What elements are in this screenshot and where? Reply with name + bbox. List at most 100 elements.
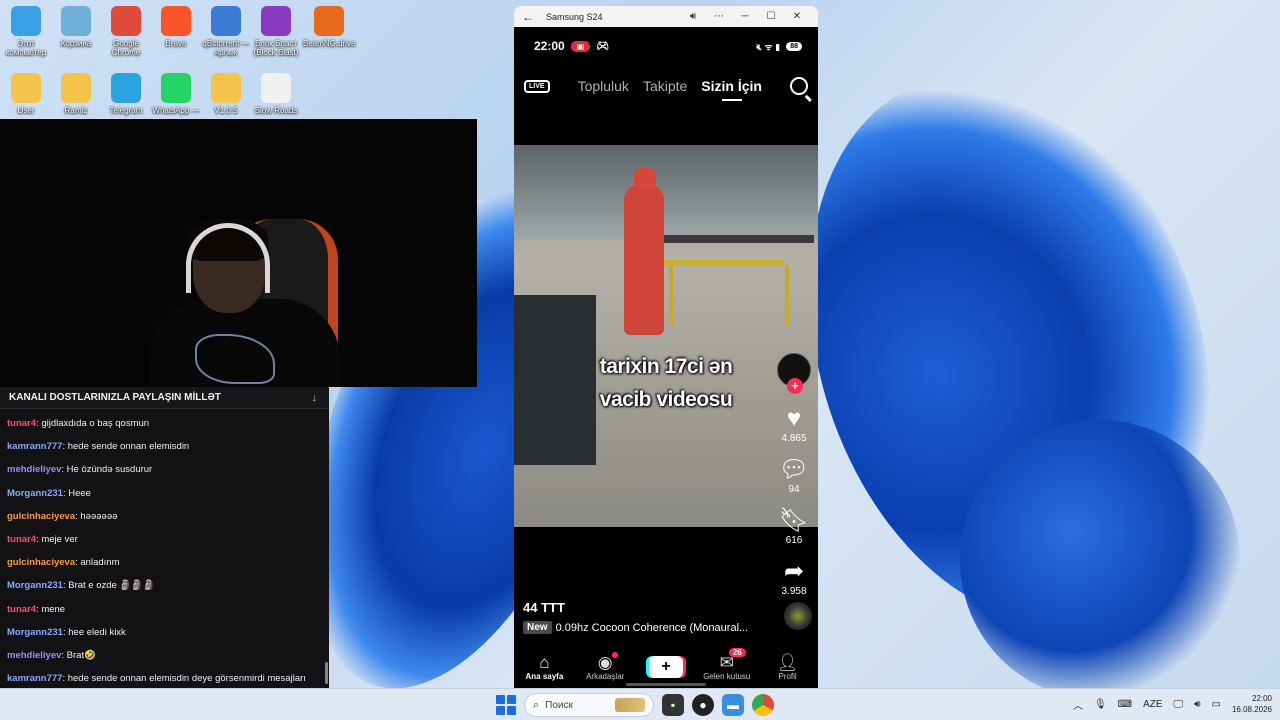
chat-scrollbar[interactable] <box>325 662 328 684</box>
chat-username[interactable]: mehdieliyev <box>7 650 61 661</box>
chat-list[interactable]: tunar4: gijdlaxdıda o baş qosmun kamrann7… <box>0 409 329 689</box>
feed-tab[interactable]: Takipte <box>643 78 687 94</box>
chevron-up-icon[interactable]: ︿ <box>1073 697 1083 712</box>
chat-username[interactable]: tunar4 <box>7 418 36 429</box>
network-icon[interactable]: 🖵︎ <box>1174 699 1184 710</box>
desktop-icon[interactable]: Slow Roads <box>250 73 302 115</box>
nav-home[interactable]: ⌂ Ana sayfa <box>516 653 572 681</box>
feed-tab[interactable]: Sizin İçin <box>701 78 762 94</box>
battery-icon[interactable]: ▭ <box>1212 699 1221 710</box>
close-icon[interactable]: ✕ <box>784 11 810 22</box>
desktop-icon[interactable]: WhatsApp — <box>150 73 202 115</box>
video-player[interactable]: tarixin 17ci ən vacib videosu <box>514 145 818 527</box>
creator-avatar[interactable]: + <box>777 353 811 394</box>
inbox-icon: ✉ <box>719 652 734 672</box>
follow-plus-icon[interactable]: + <box>787 378 803 394</box>
search-icon[interactable] <box>790 77 808 95</box>
chat-username[interactable]: Morgann231 <box>7 488 63 499</box>
maximize-icon[interactable]: ☐ <box>758 11 784 22</box>
desktop-icon[interactable]: Блок Бласт (Block Blast) <box>250 6 302 57</box>
chat-text: : Heee <box>62 487 91 499</box>
chat-text: : meje ver <box>36 533 78 545</box>
monitor-icon <box>11 6 41 36</box>
volume-icon[interactable]: 🔊︎ <box>680 11 706 22</box>
chat-message: tunar4: mene <box>0 600 329 620</box>
chrome-icon[interactable] <box>752 694 774 716</box>
chat-username[interactable]: tunar4 <box>7 604 36 615</box>
volume-icon[interactable]: 🔊︎ <box>1194 699 1200 710</box>
status-time: 22:00 <box>534 39 565 53</box>
feed-tab[interactable]: Topluluk <box>578 78 629 94</box>
taskbar-search[interactable]: ⌕ Поиск <box>524 693 654 717</box>
comment-icon[interactable]: 💬︎ <box>774 458 814 482</box>
task-view-icon[interactable]: ▪ <box>662 694 684 716</box>
phone-mirror-window[interactable]: ← Samsung S24 🔊︎ ⋯ ─ ☐ ✕ 22:00 ▣ 🎮︎ 🔇︎ ᯤ… <box>514 6 818 688</box>
tiktok-top-nav: LIVE Topluluk Takipte Sizin İçin <box>514 65 818 107</box>
desktop-icon[interactable]: Telegram <box>100 73 152 115</box>
whatsapp-icon <box>161 73 191 103</box>
obs-icon[interactable]: ● <box>692 694 714 716</box>
arrow-down-icon[interactable]: ↓ <box>312 392 318 404</box>
nav-profile[interactable]: 👤︎ Profil <box>760 653 816 681</box>
inbox-badge: 26 <box>728 647 746 657</box>
chat-text: : Brat e ozde 🗿🗿🗿 <box>62 580 155 592</box>
phone-link-icon[interactable]: ▬ <box>722 694 744 716</box>
back-arrow-icon[interactable]: ← <box>522 10 534 24</box>
desktop-icon[interactable]: Корзина <box>50 6 102 48</box>
share-arrow-icon[interactable]: ➦ <box>774 560 814 584</box>
chat-username[interactable]: kamrann777 <box>7 441 62 452</box>
keyboard-icon[interactable]: ⌨ <box>1118 699 1132 710</box>
save-action[interactable]: 🔖︎ 616 <box>774 509 814 547</box>
minimize-icon[interactable]: ─ <box>732 11 758 22</box>
video-sound[interactable]: New 0.09hz Cocoon Coherence (Monaural... <box>523 621 748 634</box>
taskbar: ⌕ Поиск ▪ ● ▬ ︿ 🎙︎ ⌨ AZE 🖵︎ 🔊︎ ▭ 22:00 1… <box>0 688 1280 720</box>
language-indicator[interactable]: AZE <box>1143 699 1162 710</box>
bookmark-icon[interactable]: 🔖︎ <box>774 509 814 533</box>
video-author[interactable]: 44 TTT <box>523 600 748 615</box>
nav-create[interactable]: + <box>638 656 694 678</box>
music-disc-icon[interactable] <box>784 602 812 630</box>
chat-username[interactable]: tunar4 <box>7 534 36 545</box>
chat-text: : hee eledi kixk <box>62 626 126 638</box>
desktop-icon[interactable]: V1.0.5 <box>200 73 252 115</box>
more-icon[interactable]: ⋯ <box>706 11 732 22</box>
desktop-icon[interactable]: BeamNG.drive <box>303 6 355 48</box>
chat-username[interactable]: gulcinhaciyeva <box>7 511 75 522</box>
wallpaper-bloom <box>960 420 1240 700</box>
video-pipe <box>664 235 814 243</box>
video-caption-line1: tarixin 17ci ən <box>599 355 733 378</box>
chat-username[interactable]: Morgann231 <box>7 627 63 638</box>
desktop-icon-label: Ramiz <box>64 106 88 115</box>
desktop-icon[interactable]: qBittorrent — ярлык <box>200 6 252 57</box>
window-title-bar[interactable]: ← Samsung S24 🔊︎ ⋯ ─ ☐ ✕ <box>514 6 818 27</box>
chat-username[interactable]: mehdieliyev <box>7 464 61 475</box>
live-button[interactable]: LIVE <box>524 79 550 93</box>
desktop-icon-label: Этот компьютер <box>5 39 47 57</box>
like-action[interactable]: ♥ 4.865 <box>774 407 814 445</box>
comment-action[interactable]: 💬︎ 94 <box>774 458 814 496</box>
share-action[interactable]: ➦ 3.958 <box>774 560 814 598</box>
sound-title[interactable]: 0.09hz Cocoon Coherence (Monaural... <box>556 622 749 634</box>
nav-friends[interactable]: ◉ Arkadaşlar <box>577 651 633 681</box>
create-plus-icon[interactable]: + <box>648 656 683 678</box>
chat-message: Morgann231: Heee <box>0 484 329 504</box>
new-badge: New <box>523 621 552 634</box>
desktop-icon[interactable]: Brave <box>150 6 202 48</box>
desktop-icon[interactable]: User <box>0 73 52 115</box>
chat-username[interactable]: Morgann231 <box>7 580 63 591</box>
windows-start-icon[interactable] <box>496 695 516 715</box>
heart-icon[interactable]: ♥ <box>774 407 814 431</box>
gamepad-icon: 🎮︎ <box>596 40 609 52</box>
chat-username[interactable]: gulcinhaciyeva <box>7 557 75 568</box>
microphone-icon[interactable]: 🎙︎ <box>1094 699 1107 710</box>
chat-message: tunar4: gijdlaxdıda o baş qosmun <box>0 414 329 434</box>
video-worker <box>624 185 664 335</box>
clock[interactable]: 22:00 16.08.2026 <box>1232 693 1272 715</box>
chat-message: tunar4: meje ver <box>0 530 329 550</box>
nav-inbox[interactable]: ✉ 26 Gelen kutusu <box>699 647 755 681</box>
comment-count: 94 <box>788 484 800 495</box>
desktop-icon[interactable]: Google Chrome <box>100 6 152 57</box>
desktop-icon[interactable]: Ramiz <box>50 73 102 115</box>
desktop-icon[interactable]: Этот компьютер <box>0 6 52 57</box>
chat-username[interactable]: kamrann777 <box>7 673 62 684</box>
